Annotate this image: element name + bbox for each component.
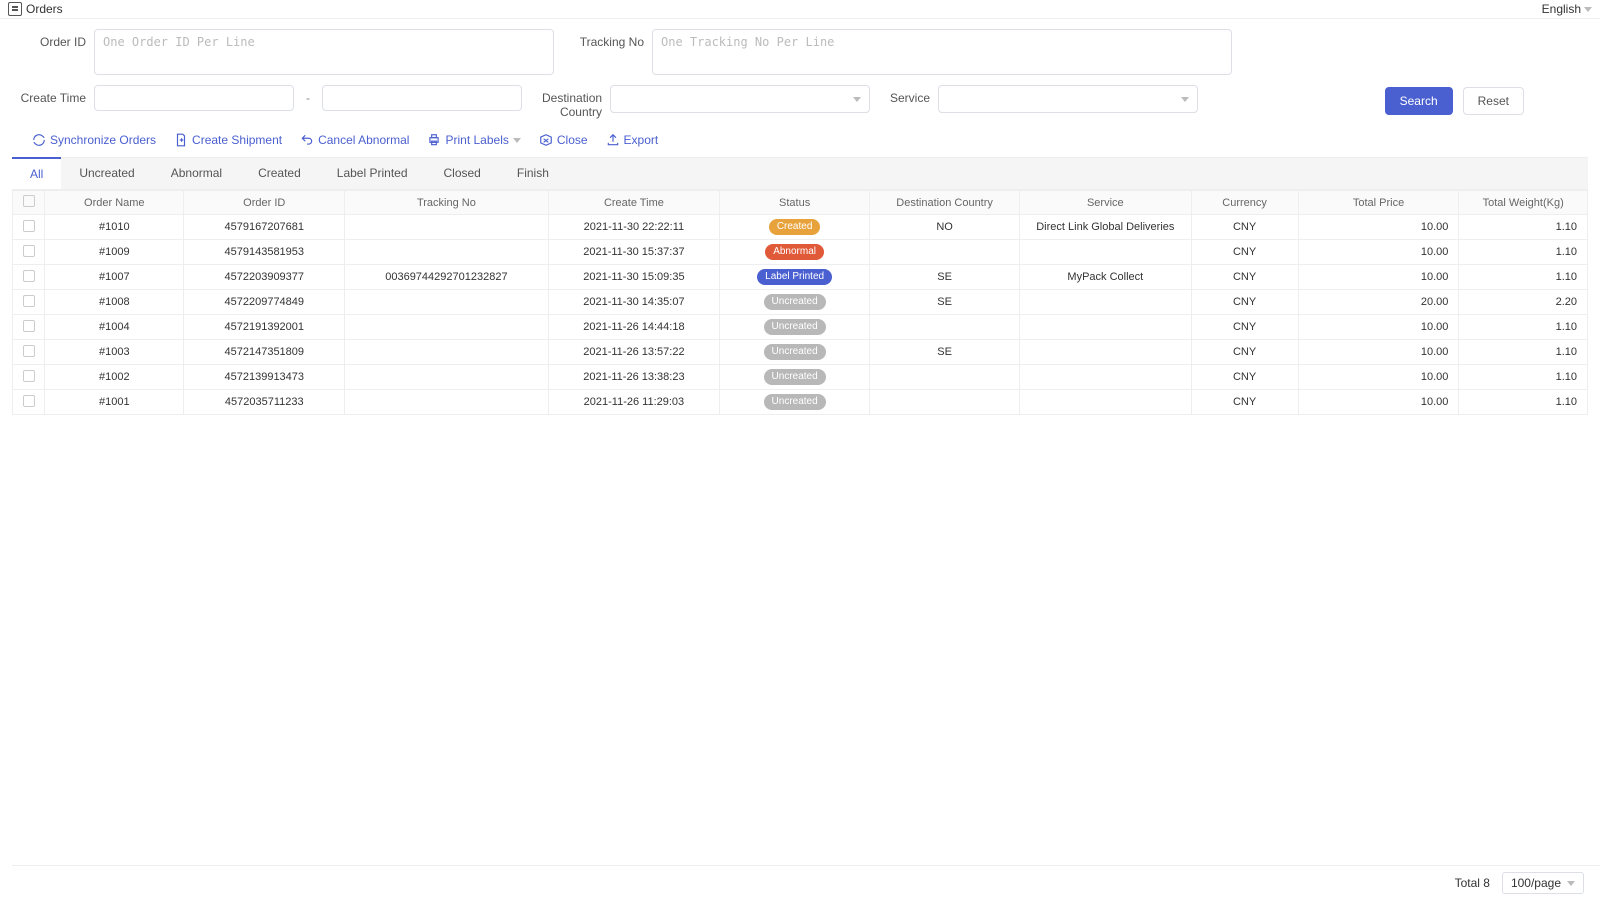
order-id-label: Order ID: [16, 29, 86, 49]
status-badge: Created: [769, 219, 821, 235]
language-switcher[interactable]: English: [1542, 2, 1592, 16]
dest-country-select[interactable]: [610, 85, 870, 113]
table-row[interactable]: #100845722097748492021-11-30 14:35:07Unc…: [13, 290, 1588, 315]
printer-icon: [427, 133, 441, 147]
table-row[interactable]: #101045791672076812021-11-30 22:22:11Cre…: [13, 215, 1588, 240]
row-checkbox[interactable]: [23, 245, 35, 257]
chevron-down-icon: [1584, 7, 1592, 12]
chevron-down-icon: [513, 138, 521, 143]
create-time-label: Create Time: [16, 85, 86, 105]
create-time-to[interactable]: [322, 85, 522, 111]
sync-orders-button[interactable]: Synchronize Orders: [32, 133, 156, 147]
row-checkbox[interactable]: [23, 320, 35, 332]
reset-button[interactable]: Reset: [1463, 87, 1524, 115]
search-button[interactable]: Search: [1385, 87, 1453, 115]
row-checkbox[interactable]: [23, 220, 35, 232]
export-button[interactable]: Export: [606, 133, 659, 147]
tab-closed[interactable]: Closed: [426, 158, 499, 189]
tab-uncreated[interactable]: Uncreated: [61, 158, 152, 189]
tracking-no-label: Tracking No: [574, 29, 644, 49]
column-header: Order Name: [45, 191, 184, 215]
page-size-select[interactable]: 100/page: [1502, 872, 1584, 894]
total-count: Total 8: [1455, 876, 1490, 890]
tab-label-printed[interactable]: Label Printed: [319, 158, 426, 189]
column-header: Service: [1020, 191, 1191, 215]
column-header: Order ID: [184, 191, 345, 215]
column-header: Destination Country: [870, 191, 1020, 215]
column-header: [13, 191, 45, 215]
table-row[interactable]: #100245721399134732021-11-26 13:38:23Unc…: [13, 365, 1588, 390]
close-button[interactable]: Close: [539, 133, 588, 147]
row-checkbox[interactable]: [23, 345, 35, 357]
tab-all[interactable]: All: [12, 157, 61, 189]
column-header: Tracking No: [345, 191, 549, 215]
export-icon: [606, 133, 620, 147]
print-labels-button[interactable]: Print Labels: [427, 133, 520, 147]
order-id-input[interactable]: [94, 29, 554, 75]
clipboard-icon: [8, 2, 22, 16]
chevron-down-icon: [853, 97, 861, 102]
create-time-from[interactable]: [94, 85, 294, 111]
service-select[interactable]: [938, 85, 1198, 113]
undo-icon: [300, 133, 314, 147]
status-badge: Uncreated: [764, 394, 826, 410]
status-badge: Label Printed: [757, 269, 832, 285]
cancel-abnormal-button[interactable]: Cancel Abnormal: [300, 133, 409, 147]
status-badge: Uncreated: [764, 369, 826, 385]
document-plus-icon: [174, 133, 188, 147]
page-title: Orders: [26, 2, 63, 16]
table-row[interactable]: #100345721473518092021-11-26 13:57:22Unc…: [13, 340, 1588, 365]
column-header: Status: [720, 191, 870, 215]
pagination-footer: Total 8 100/page: [12, 865, 1600, 900]
status-badge: Abnormal: [765, 244, 824, 260]
tab-finish[interactable]: Finish: [499, 158, 567, 189]
orders-table: Order NameOrder IDTracking NoCreate Time…: [12, 190, 1588, 415]
select-all-checkbox[interactable]: [23, 195, 35, 207]
row-checkbox[interactable]: [23, 270, 35, 282]
status-badge: Uncreated: [764, 294, 826, 310]
table-row[interactable]: #100745722039093770036974429270123282720…: [13, 265, 1588, 290]
table-row[interactable]: #100445721913920012021-11-26 14:44:18Unc…: [13, 315, 1588, 340]
toolbar: Synchronize Orders Create Shipment Cance…: [16, 129, 1584, 157]
refresh-icon: [32, 133, 46, 147]
column-header: Total Price: [1298, 191, 1459, 215]
status-badge: Uncreated: [764, 319, 826, 335]
column-header: Currency: [1191, 191, 1298, 215]
tab-created[interactable]: Created: [240, 158, 319, 189]
row-checkbox[interactable]: [23, 295, 35, 307]
chevron-down-icon: [1181, 97, 1189, 102]
column-header: Create Time: [548, 191, 719, 215]
tracking-no-input[interactable]: [652, 29, 1232, 75]
column-header: Total Weight(Kg): [1459, 191, 1588, 215]
box-x-icon: [539, 133, 553, 147]
row-checkbox[interactable]: [23, 395, 35, 407]
table-row[interactable]: #100945791435819532021-11-30 15:37:37Abn…: [13, 240, 1588, 265]
tab-abnormal[interactable]: Abnormal: [153, 158, 240, 189]
table-row[interactable]: #100145720357112332021-11-26 11:29:03Unc…: [13, 390, 1588, 415]
dest-country-label: Destination Country: [542, 85, 602, 119]
status-badge: Uncreated: [764, 344, 826, 360]
chevron-down-icon: [1567, 881, 1575, 886]
service-label: Service: [890, 85, 930, 105]
status-tabs: AllUncreatedAbnormalCreatedLabel Printed…: [12, 157, 1588, 190]
create-shipment-button[interactable]: Create Shipment: [174, 133, 282, 147]
row-checkbox[interactable]: [23, 370, 35, 382]
